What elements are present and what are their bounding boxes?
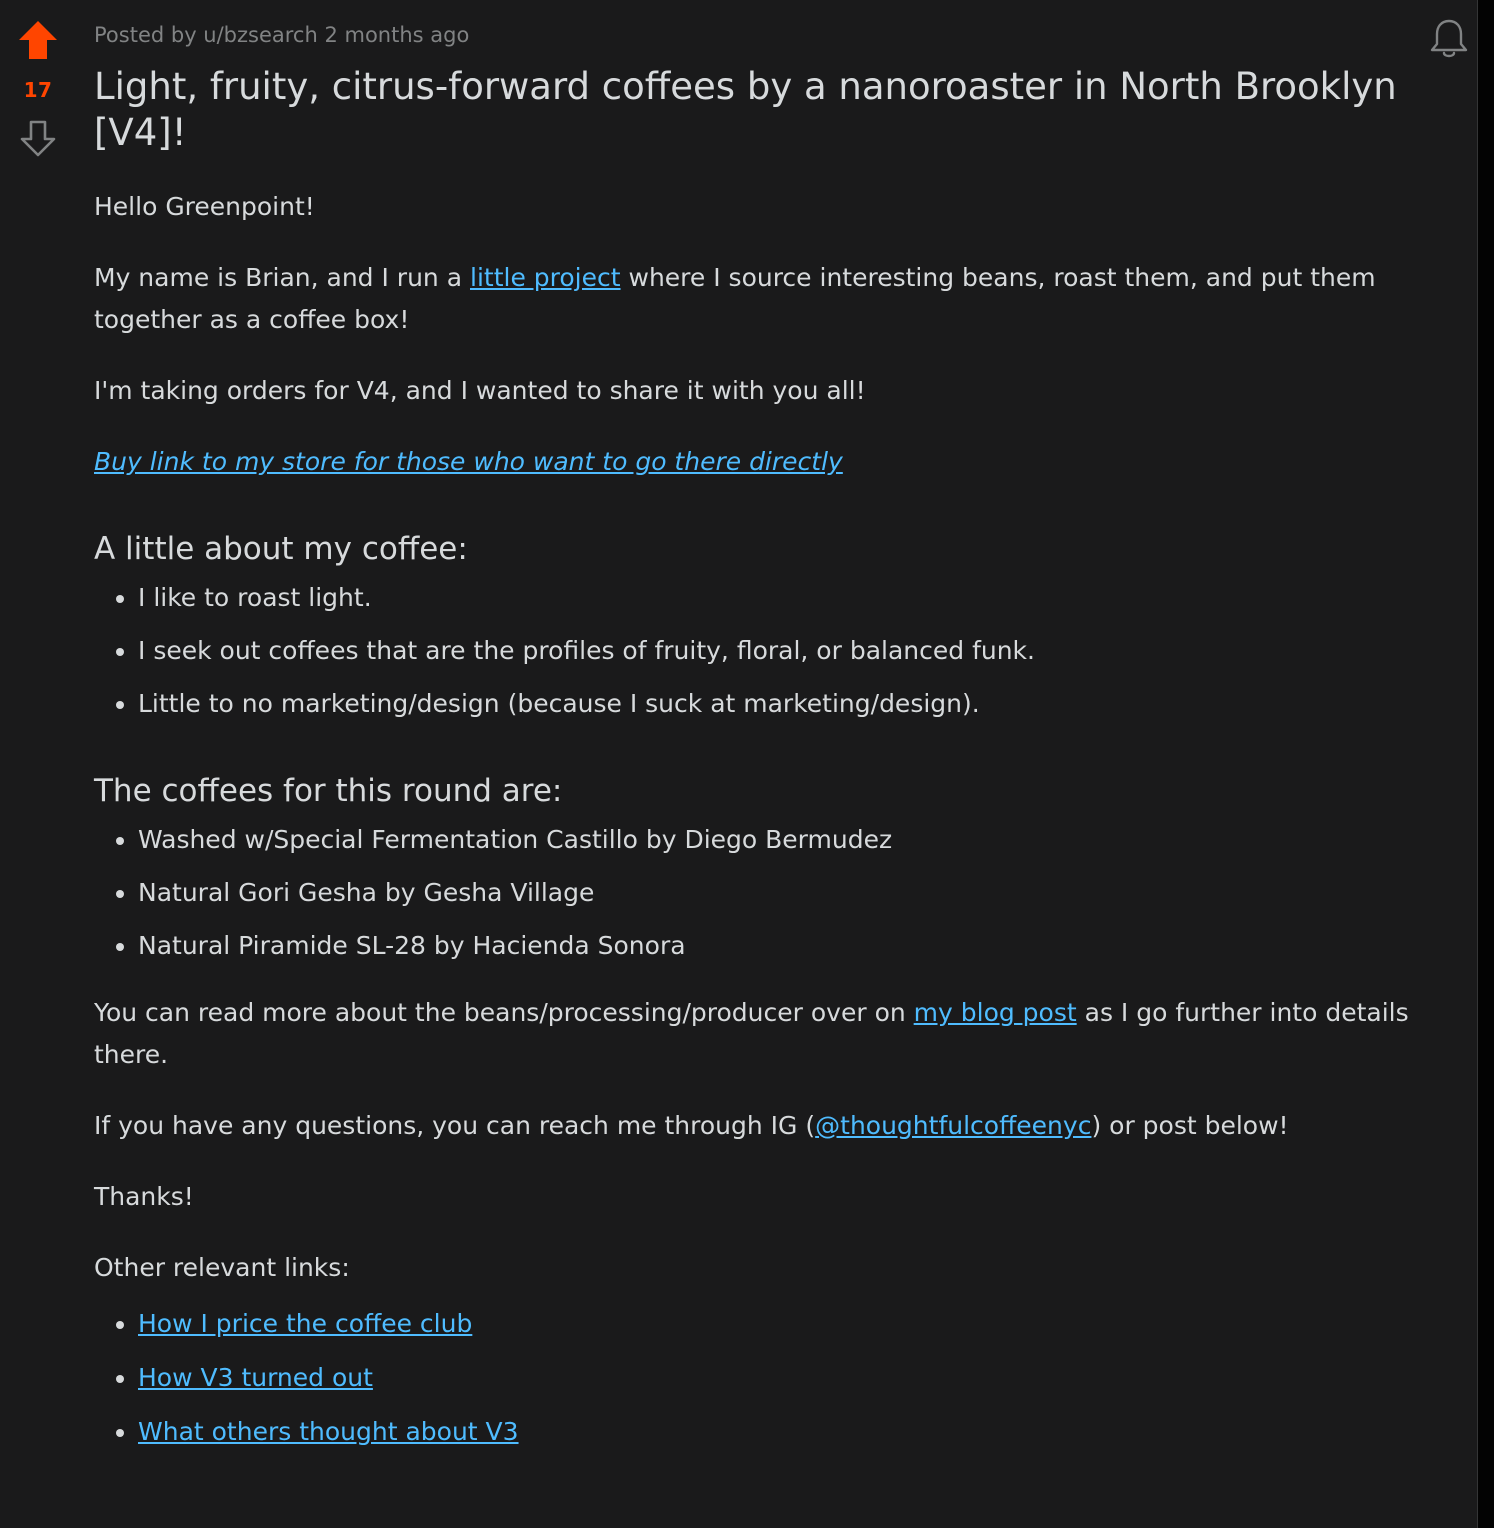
post-content: Posted by u/bzsearch 2 months ago Light,… (94, 0, 1444, 1478)
vote-score: 17 (23, 78, 53, 102)
intro-paragraph: My name is Brian, and I run a little pro… (94, 257, 1444, 341)
post-card: 17 Posted by u/bzsearch 2 months ago Lig… (0, 0, 1478, 1528)
orders-paragraph: I'm taking orders for V4, and I wanted t… (94, 376, 866, 405)
downvote-arrow-icon (20, 120, 56, 157)
downvote-button[interactable] (16, 116, 60, 160)
about-heading: A little about my coffee: (94, 531, 468, 567)
list-item: Little to no marketing/design (because I… (138, 683, 1444, 725)
buy-store-link[interactable]: Buy link to my store for those who want … (94, 447, 843, 476)
readmore-paragraph: You can read more about the beans/proces… (94, 992, 1444, 1076)
buy-link-paragraph: Buy link to my store for those who want … (94, 441, 1444, 483)
other-links-label: Other relevant links: (94, 1253, 350, 1282)
instagram-link[interactable]: @thoughtfulcoffeenyc (815, 1111, 1091, 1140)
list-item: How I price the coffee club (138, 1303, 1444, 1345)
readmore-text-before: You can read more about the beans/proces… (94, 998, 914, 1027)
thanks-paragraph: Thanks! (94, 1182, 194, 1211)
v3-turned-out-link[interactable]: How V3 turned out (138, 1363, 373, 1392)
post-meta[interactable]: Posted by u/bzsearch 2 months ago (94, 20, 1444, 50)
upvote-button[interactable] (16, 18, 60, 62)
questions-text-before: If you have any questions, you can reach… (94, 1111, 816, 1140)
questions-paragraph: If you have any questions, you can reach… (94, 1105, 1444, 1147)
price-coffee-club-link[interactable]: How I price the coffee club (138, 1309, 472, 1338)
list-item: Natural Gori Gesha by Gesha Village (138, 872, 1444, 914)
other-links-list: How I price the coffee club How V3 turne… (94, 1303, 1444, 1453)
about-list: I like to roast light. I seek out coffee… (94, 577, 1444, 725)
intro-text-before: My name is Brian, and I run a (94, 263, 470, 292)
post-body: Hello Greenpoint! My name is Brian, and … (94, 186, 1444, 1453)
questions-text-after: ) or post below! (1091, 1111, 1289, 1140)
greeting-paragraph: Hello Greenpoint! (94, 192, 315, 221)
post-title[interactable]: Light, fruity, citrus-forward coffees by… (94, 64, 1424, 156)
upvote-arrow-icon (19, 21, 57, 59)
little-project-link[interactable]: little project (470, 263, 621, 292)
coffees-list: Washed w/Special Fermentation Castillo b… (94, 819, 1444, 967)
list-item: Natural Piramide SL-28 by Hacienda Sonor… (138, 925, 1444, 967)
list-item: How V3 turned out (138, 1357, 1444, 1399)
list-item: Washed w/Special Fermentation Castillo b… (138, 819, 1444, 861)
blog-post-link[interactable]: my blog post (914, 998, 1077, 1027)
list-item: I like to roast light. (138, 577, 1444, 619)
list-item: What others thought about V3 (138, 1411, 1444, 1453)
coffees-heading: The coffees for this round are: (94, 773, 563, 809)
others-thought-v3-link[interactable]: What others thought about V3 (138, 1417, 519, 1446)
list-item: I seek out coffees that are the profiles… (138, 630, 1444, 672)
